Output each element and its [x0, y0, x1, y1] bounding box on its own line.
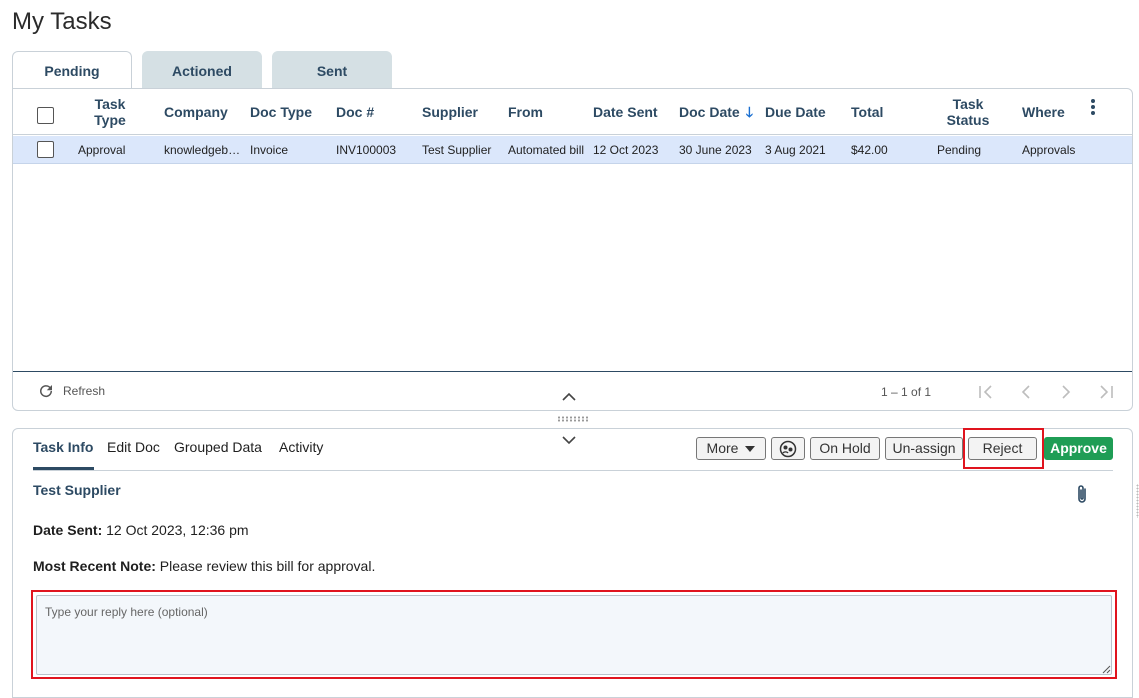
chevron-down-icon: [562, 436, 576, 445]
recent-note-label: Most Recent Note:: [33, 558, 156, 574]
refresh-button[interactable]: Refresh: [37, 382, 105, 400]
collapse-up-button[interactable]: [562, 390, 576, 408]
refresh-label: Refresh: [63, 384, 106, 398]
reply-input[interactable]: [36, 595, 1112, 675]
cell-from: Automated bill: [508, 143, 585, 157]
assign-user-button[interactable]: [771, 437, 805, 460]
tab-actioned[interactable]: Actioned: [142, 51, 262, 89]
chevron-right-icon: [1062, 385, 1071, 399]
cell-doc-type: Invoice: [250, 143, 289, 157]
cell-where: Approvals: [1022, 143, 1076, 157]
column-header-task-type[interactable]: Task Type: [83, 89, 137, 135]
on-hold-button[interactable]: On Hold: [810, 437, 880, 460]
paperclip-icon: [1078, 485, 1086, 503]
column-header-where[interactable]: Where: [1022, 89, 1065, 135]
column-header-from[interactable]: From: [508, 89, 543, 135]
recent-note-line: Most Recent Note: Please review this bil…: [33, 558, 375, 574]
tab-task-info[interactable]: Task Info: [33, 439, 93, 455]
column-options-kebab-icon[interactable]: [1085, 97, 1101, 117]
column-header-due-date[interactable]: Due Date: [765, 89, 826, 135]
tasks-grid: Task Type Company Doc Type Doc # Supplie…: [12, 88, 1133, 411]
last-page-button[interactable]: [1096, 382, 1116, 402]
column-header-doc-num[interactable]: Doc #: [336, 89, 374, 135]
column-header-doc-date[interactable]: Doc Date 🡓: [679, 89, 753, 135]
previous-page-button[interactable]: [1016, 382, 1036, 402]
cell-task-status: Pending: [937, 143, 982, 157]
recent-note-value: Please review this bill for approval.: [159, 558, 376, 574]
textarea-resize-icon[interactable]: [1101, 664, 1111, 674]
date-sent-label: Date Sent:: [33, 522, 103, 538]
first-page-icon: [979, 385, 992, 399]
collapse-down-button[interactable]: [562, 433, 576, 451]
paging-text: 1 – 1 of 1: [881, 385, 932, 399]
column-header-total[interactable]: Total: [851, 89, 883, 135]
cell-doc-date: 30 June 2023: [679, 143, 752, 157]
grid-header: Task Type Company Doc Type Doc # Supplie…: [13, 89, 1132, 135]
cell-due-date: 3 Aug 2021: [765, 143, 826, 157]
cell-doc-num: INV100003: [336, 143, 397, 157]
resize-splitter-handle[interactable]: [557, 416, 589, 422]
chevron-left-icon: [1021, 385, 1030, 399]
detail-divider: [33, 470, 1113, 471]
tab-activity[interactable]: Activity: [279, 439, 323, 455]
column-header-doc-date-label: Doc Date: [679, 104, 740, 120]
tab-edit-doc[interactable]: Edit Doc: [107, 439, 160, 455]
sort-descending-icon: 🡓: [745, 104, 753, 120]
user-swap-icon: [779, 441, 797, 458]
refresh-icon: [40, 385, 53, 398]
more-label: More: [706, 440, 739, 456]
last-page-icon: [1100, 385, 1113, 399]
page-title: My Tasks: [12, 8, 112, 35]
cell-company: knowledgebase: [164, 143, 244, 157]
cell-date-sent: 12 Oct 2023: [593, 143, 659, 157]
row-checkbox[interactable]: [37, 141, 54, 158]
approve-button[interactable]: Approve: [1044, 437, 1113, 460]
tab-sent[interactable]: Sent: [272, 51, 392, 89]
column-header-task-status[interactable]: Task Status: [933, 89, 1003, 135]
cell-total: $42.00: [851, 143, 888, 157]
cell-task-type: Approval: [78, 143, 126, 157]
cell-supplier: Test Supplier: [422, 143, 492, 157]
table-row[interactable]: Approval knowledgebase Invoice INV100003…: [13, 136, 1132, 164]
tab-grouped-data[interactable]: Grouped Data: [174, 439, 262, 455]
select-all-checkbox[interactable]: [37, 107, 54, 124]
date-sent-line: Date Sent: 12 Oct 2023, 12:36 pm: [33, 522, 249, 538]
column-header-company[interactable]: Company: [164, 89, 228, 135]
caret-down-icon: [745, 446, 756, 453]
column-header-date-sent[interactable]: Date Sent: [593, 89, 658, 135]
first-page-button[interactable]: [976, 382, 996, 402]
column-header-supplier[interactable]: Supplier: [422, 89, 478, 135]
column-header-doc-type[interactable]: Doc Type: [250, 89, 312, 135]
tab-pending[interactable]: Pending: [12, 51, 132, 90]
supplier-name: Test Supplier: [33, 482, 121, 498]
next-page-button[interactable]: [1056, 382, 1076, 402]
reject-highlight-box: [963, 428, 1044, 469]
attachment-button[interactable]: [1075, 484, 1089, 511]
unassign-button[interactable]: Un-assign: [885, 437, 963, 460]
chevron-up-icon: [562, 392, 576, 401]
task-detail-panel: Task Info Edit Doc Grouped Data Activity…: [12, 428, 1133, 698]
more-button[interactable]: More: [696, 437, 766, 460]
date-sent-value: 12 Oct 2023, 12:36 pm: [106, 522, 249, 538]
